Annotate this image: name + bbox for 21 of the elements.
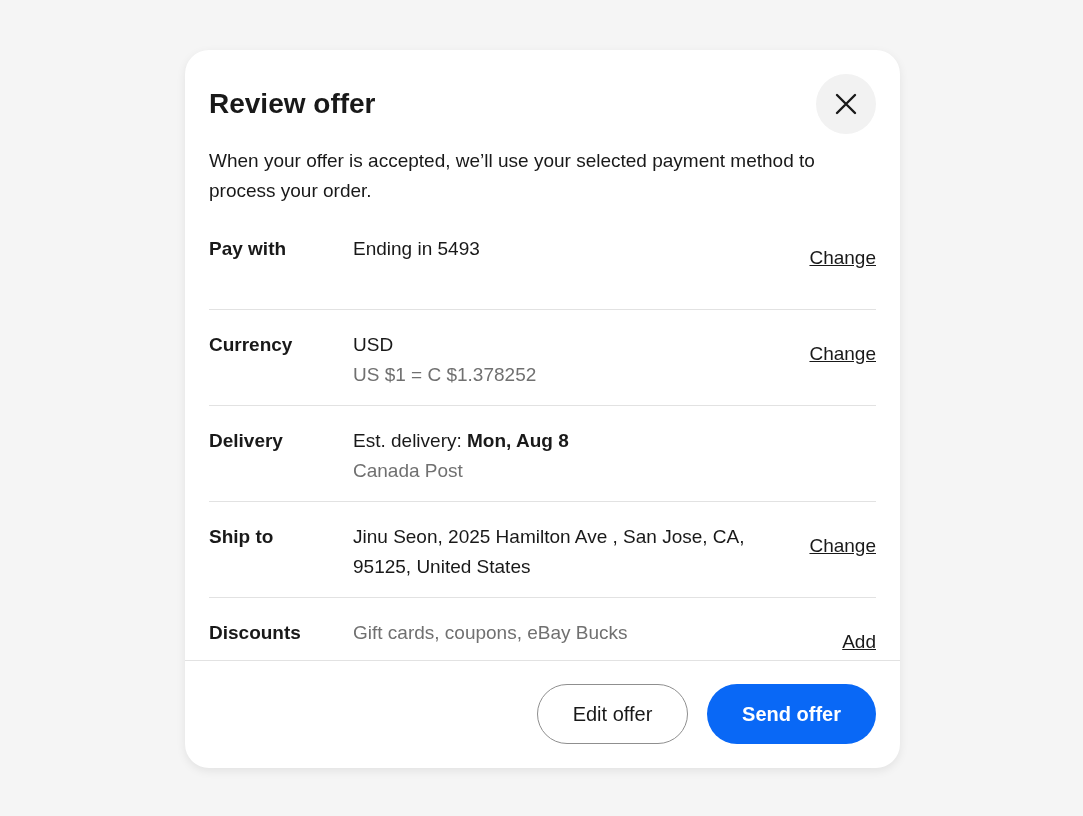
change-link[interactable]: Change [809,535,876,556]
row-label: Ship to [209,525,275,549]
row-value: Ending in 5493 [353,237,481,261]
close-icon [835,93,857,115]
row-value: Canada Post [353,459,464,483]
row-label: Discounts [209,621,302,645]
row-label: Pay with [209,237,288,261]
edit-offer-button[interactable]: Edit offer [537,684,688,744]
row-label: Currency [209,333,294,357]
row-value: USD [353,333,395,357]
row-value: US $1 = C $1.378252 [353,363,538,387]
change-link[interactable]: Change [809,343,876,364]
description-text: When your offer is accepted, we’ll use your selected payment method to process your order. [209,149,816,203]
row-value: Est. delivery: Mon, Aug 8 [353,429,570,453]
dialog-title: Review offer [209,88,376,120]
row-value: Gift cards, coupons, eBay Bucks [353,621,629,645]
row-label: Delivery [209,429,284,453]
row-value: Jinu Seon, 2025 Hamilton Ave , San Jose, CA, 95125, United States [353,525,746,579]
send-offer-button[interactable]: Send offer [707,684,876,744]
change-link[interactable]: Change [809,247,876,268]
change-link[interactable]: Add [842,631,876,652]
